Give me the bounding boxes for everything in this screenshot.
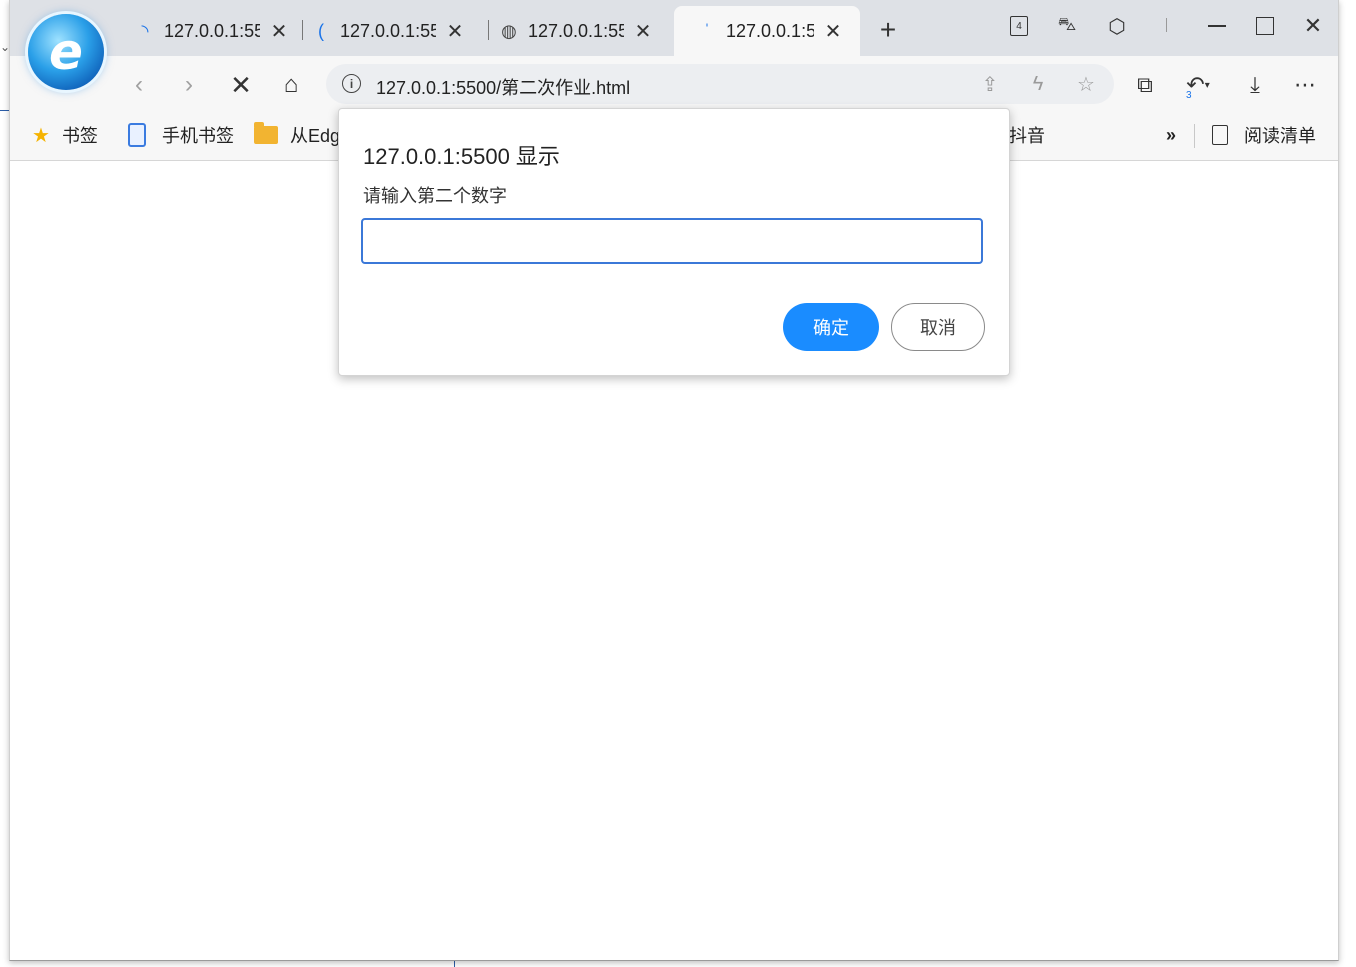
tab-title: 127.0.0.1:5500 [726,20,814,41]
phone-icon [128,123,146,147]
history-undo-button[interactable]: ↶ 3 ▾ [1178,70,1218,101]
share-icon[interactable]: ⇪ [978,72,1002,96]
outer-divider [454,960,455,967]
reading-list-button[interactable]: 阅读清单 [1212,122,1316,148]
control-separator [1166,18,1167,32]
close-tab-icon[interactable]: ✕ [268,19,290,44]
loading-spinner-icon: ◝ [141,20,149,41]
loading-spinner-icon: ( [318,20,324,41]
tab-2[interactable]: ( 127.0.0.1:5500 ✕ [310,6,466,56]
more-menu-icon[interactable]: ⋯ [1290,70,1320,100]
tab-strip: ◝ 127.0.0.1:5500 ✕ ( 127.0.0.1:5500 ✕ ◍ … [10,0,1338,56]
tab-title: 127.0.0.1:5500 [164,20,260,41]
new-tab-button[interactable]: + [874,14,902,46]
back-button[interactable]: ‹ [124,70,154,100]
tab-4-active[interactable]: ˈ 127.0.0.1:5500 ✕ [674,6,860,56]
tab-overview-button[interactable]: 4 [1004,12,1034,40]
maximize-icon [1256,17,1274,35]
folder-icon [254,122,278,144]
incognito-icon[interactable]: ⛍ [1052,12,1082,40]
address-bar[interactable]: i 127.0.0.1:5500/第二次作业.html ⇪ ϟ ☆ [326,64,1114,104]
reading-list-label: 阅读清单 [1244,126,1316,146]
prompt-dialog: 127.0.0.1:5500 显示 请输入第二个数字 确定 取消 [338,108,1010,376]
home-button[interactable]: ⌂ [276,70,306,100]
url-text[interactable]: 127.0.0.1:5500/第二次作业.html [376,74,630,100]
outer-divider [0,110,9,111]
history-count-badge: 3 [1186,90,1192,101]
tab-3[interactable]: ◍ 127.0.0.1:5500 ✕ [498,6,654,56]
bookmark-label: 抖音 [1009,126,1045,146]
bookmark-label: 手机书签 [162,126,234,146]
bookmark-item-bookmarks[interactable]: ★ 书签 [32,122,98,148]
reading-list-icon [1212,125,1228,145]
cancel-button[interactable]: 取消 [891,303,985,351]
stop-loading-button[interactable]: ✕ [226,70,256,100]
more-bookmarks-button[interactable]: » [1166,122,1176,148]
maximize-button[interactable] [1250,12,1280,40]
browser-logo-icon: ◍ [501,20,517,41]
logo-letter-icon: e [49,23,83,81]
download-icon[interactable]: ⤓ [1240,70,1270,100]
bookmarks-separator [1194,124,1195,148]
dialog-title: 127.0.0.1:5500 显示 [363,144,560,169]
tab-title: 127.0.0.1:5500 [528,20,624,41]
tab-title: 127.0.0.1:5500 [340,20,436,41]
lightning-icon[interactable]: ϟ [1026,72,1050,96]
navigation-toolbar: ‹ › ✕ ⌂ i 127.0.0.1:5500/第二次作业.html ⇪ ϟ … [10,56,1338,112]
tab-separator [302,20,303,40]
ok-button[interactable]: 确定 [783,303,879,351]
loading-spinner-icon: ˈ [704,20,710,41]
minimize-icon [1208,25,1226,27]
tab-1[interactable]: ◝ 127.0.0.1:5500 ✕ [134,6,290,56]
minimize-button[interactable] [1202,12,1232,40]
close-tab-icon[interactable]: ✕ [444,19,466,44]
star-icon: ★ [32,124,50,147]
bookmark-item-mobile[interactable]: 手机书签 [128,122,234,148]
favorite-star-icon[interactable]: ☆ [1074,72,1098,96]
browser-logo-icon[interactable]: e [28,14,104,90]
tab-separator [488,20,489,40]
dropdown-arrow-icon: ▾ [1204,79,1210,91]
forward-button[interactable]: › [174,70,204,100]
close-tab-icon[interactable]: ✕ [822,19,844,44]
skin-shirt-icon[interactable]: ⬡ [1102,12,1132,40]
bookmark-label: 书签 [61,126,98,146]
close-window-button[interactable]: ✕ [1298,12,1328,40]
close-tab-icon[interactable]: ✕ [632,19,654,44]
dialog-message: 请输入第二个数字 [363,186,507,206]
site-info-icon[interactable]: i [342,74,361,93]
prompt-input[interactable] [361,218,983,264]
tab-count-icon: 4 [1010,16,1028,36]
extensions-icon[interactable]: ⧉ [1130,70,1160,100]
